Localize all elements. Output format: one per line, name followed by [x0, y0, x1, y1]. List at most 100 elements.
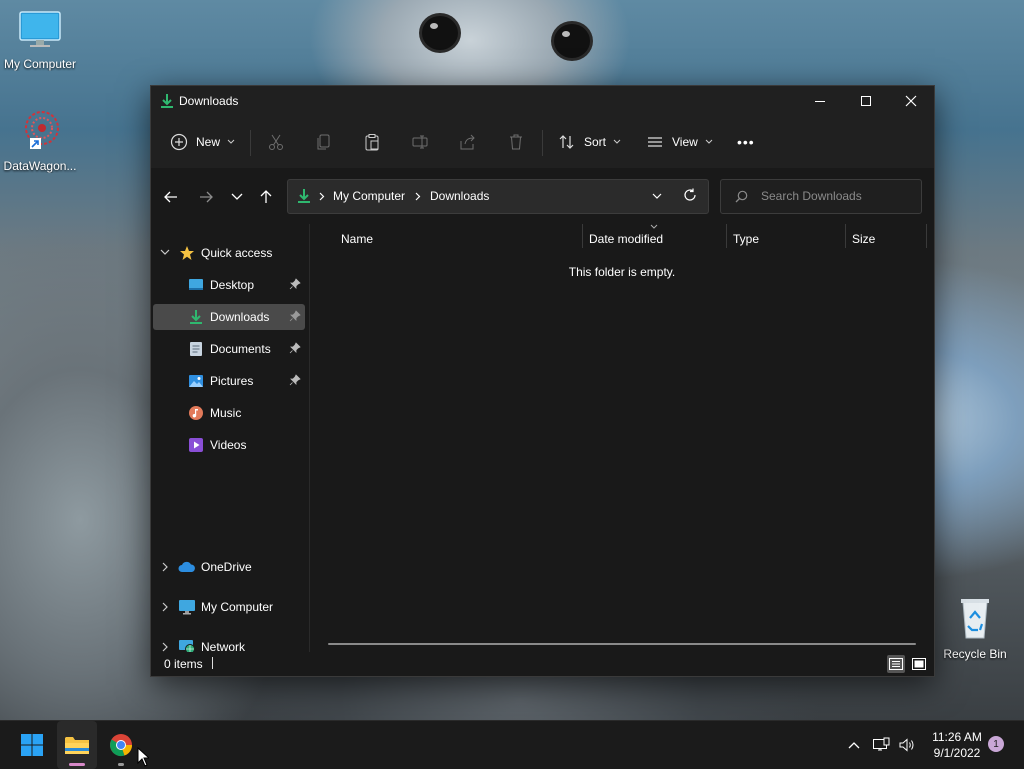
pin-icon — [289, 374, 301, 386]
expand-onedrive[interactable] — [160, 562, 170, 572]
horizontal-scrollbar[interactable] — [328, 643, 916, 645]
file-explorer-window: Downloads New Sort View ••• My Computer … — [150, 85, 935, 677]
column-separator[interactable] — [845, 224, 846, 248]
chevron-right-icon — [162, 562, 168, 572]
desktop-icon-my-computer[interactable]: My Computer — [0, 10, 80, 71]
arrow-up-icon — [260, 190, 272, 203]
minimize-button[interactable] — [797, 86, 843, 116]
delete-button[interactable] — [507, 130, 525, 154]
share-icon — [460, 134, 475, 150]
desktop-icon-label: My Computer — [3, 57, 77, 71]
volume-button[interactable] — [892, 721, 922, 769]
desktop-icon-datawagon[interactable]: DataWagon... — [0, 108, 80, 173]
window-title: Downloads — [179, 94, 239, 108]
nav-item-label: Quick access — [201, 246, 273, 260]
column-header-type[interactable]: Type — [733, 232, 759, 246]
nav-item-label: My Computer — [201, 600, 274, 614]
rename-icon — [412, 135, 428, 149]
video-icon — [187, 437, 205, 453]
start-button[interactable] — [12, 721, 52, 769]
sort-button[interactable]: Sort — [558, 130, 621, 154]
title-bar[interactable]: Downloads — [151, 86, 934, 116]
chevron-down-icon[interactable] — [652, 193, 662, 200]
monitor-icon — [178, 599, 196, 615]
nav-item-desktop[interactable]: Desktop — [153, 272, 305, 298]
view-list-icon — [648, 137, 662, 147]
more-options-button[interactable]: ••• — [737, 130, 755, 154]
chevron-right-icon — [415, 192, 421, 201]
maximize-button[interactable] — [843, 86, 889, 116]
column-separator[interactable] — [726, 224, 727, 248]
copy-button[interactable] — [315, 130, 333, 154]
breadcrumb-my-computer[interactable]: My Computer — [333, 189, 405, 203]
share-button[interactable] — [459, 130, 477, 154]
taskbar-file-explorer[interactable] — [57, 721, 97, 769]
download-arrow-icon — [161, 94, 173, 108]
nav-item-pictures[interactable]: Pictures — [153, 368, 305, 394]
nav-item-my-computer[interactable]: My Computer — [178, 594, 303, 620]
refresh-icon[interactable] — [683, 188, 697, 202]
new-button-label: New — [196, 135, 221, 149]
nav-item-documents[interactable]: Documents — [153, 336, 305, 362]
clock-date: 9/1/2022 — [933, 746, 981, 760]
nav-item-label: Desktop — [210, 278, 255, 292]
file-list-pane[interactable]: Name Date modified Type Size This folder… — [310, 224, 934, 652]
chevron-up-icon — [848, 742, 860, 749]
nav-item-onedrive[interactable]: OneDrive — [178, 554, 303, 580]
large-icons-view-icon — [912, 658, 926, 670]
column-header-name[interactable]: Name — [341, 232, 373, 246]
address-bar[interactable]: My Computer Downloads — [287, 179, 709, 214]
paste-button[interactable] — [363, 130, 381, 154]
rename-button[interactable] — [411, 130, 429, 154]
notification-badge[interactable]: 1 — [988, 736, 1004, 752]
details-view-button[interactable] — [887, 655, 905, 673]
cut-button[interactable] — [267, 130, 285, 154]
picture-icon — [187, 373, 205, 389]
nav-quick-access[interactable]: Quick access — [178, 240, 303, 266]
chevron-right-icon — [319, 192, 325, 201]
up-button[interactable] — [254, 186, 278, 208]
column-separator[interactable] — [926, 224, 927, 248]
cloud-icon — [178, 559, 196, 575]
taskbar-chrome[interactable] — [101, 721, 141, 769]
taskbar: 11:26 AM 9/1/2022 1 — [0, 720, 1024, 769]
desktop-icon-recycle-bin[interactable]: Recycle Bin — [935, 596, 1015, 661]
forward-button[interactable] — [194, 186, 218, 208]
status-bar: 0 items — [151, 652, 934, 676]
nav-item-label: OneDrive — [201, 560, 252, 574]
mouse-cursor-icon — [137, 747, 149, 767]
desktop-icon-label: Recycle Bin — [943, 647, 1007, 661]
datawagon-shortcut-icon — [25, 111, 59, 149]
recycle-bin-icon — [961, 599, 989, 639]
search-box[interactable] — [720, 179, 922, 214]
pin-icon — [289, 278, 301, 290]
search-input[interactable] — [759, 188, 913, 204]
toolbar-separator — [542, 130, 543, 156]
view-button[interactable]: View — [646, 130, 713, 154]
toolbar-separator — [250, 130, 251, 156]
chevron-down-icon — [705, 139, 713, 144]
large-icons-view-button[interactable] — [910, 655, 928, 673]
nav-item-label: Documents — [210, 342, 271, 356]
back-button[interactable] — [159, 186, 183, 208]
nav-item-videos[interactable]: Videos — [153, 432, 305, 458]
breadcrumb-downloads[interactable]: Downloads — [430, 189, 489, 203]
nav-item-label: Downloads — [210, 310, 270, 324]
nav-item-music[interactable]: Music — [153, 400, 305, 426]
trash-icon — [510, 134, 522, 150]
taskbar-clock[interactable]: 11:26 AM 9/1/2022 — [925, 729, 989, 761]
column-header-size[interactable]: Size — [852, 232, 875, 246]
recent-locations-button[interactable] — [225, 186, 249, 208]
column-header-date-modified[interactable]: Date modified — [589, 232, 663, 246]
maximize-icon — [861, 96, 871, 106]
nav-item-downloads[interactable]: Downloads — [153, 304, 305, 330]
chevron-right-icon — [162, 642, 168, 652]
close-button[interactable] — [888, 86, 934, 116]
collapse-quick-access[interactable] — [160, 249, 170, 256]
new-button[interactable]: New — [170, 130, 235, 154]
expand-network[interactable] — [160, 642, 170, 652]
column-separator[interactable] — [582, 224, 583, 248]
running-app-indicator — [118, 763, 124, 766]
expand-my-computer[interactable] — [160, 602, 170, 612]
star-icon — [178, 245, 196, 261]
